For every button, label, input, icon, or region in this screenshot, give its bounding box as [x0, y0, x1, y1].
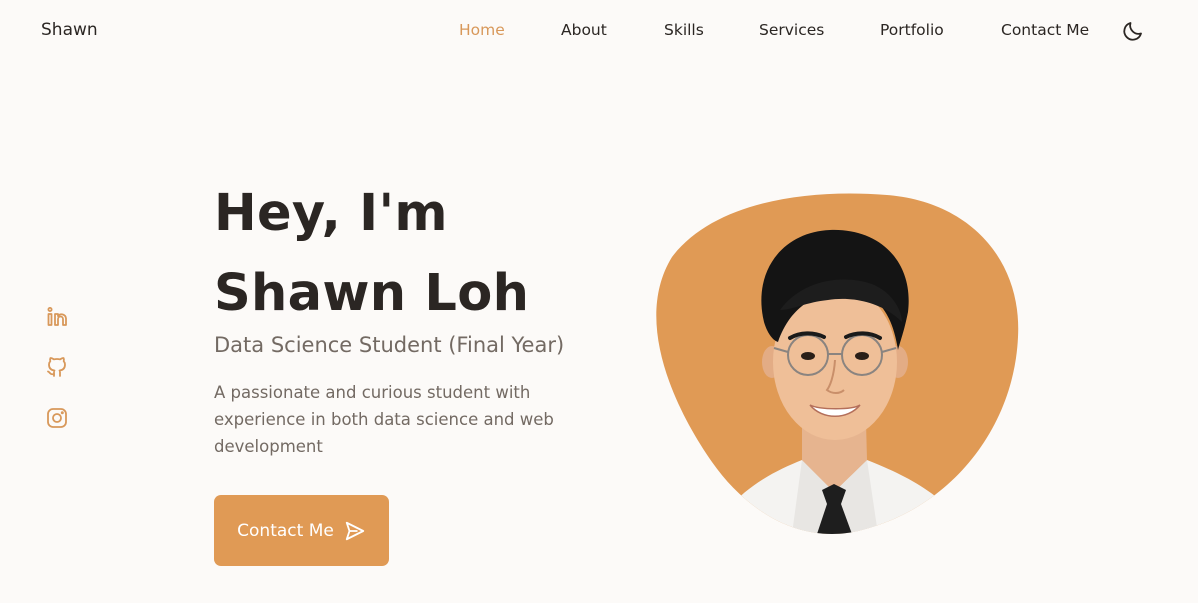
contact-me-button[interactable]: Contact Me	[214, 495, 389, 566]
nav-home[interactable]: Home	[459, 21, 505, 39]
nav-contact[interactable]: Contact Me	[1001, 21, 1089, 39]
nav-services[interactable]: Services	[759, 21, 824, 39]
contact-me-label: Contact Me	[237, 520, 334, 541]
hero-subtitle: Data Science Student (Final Year)	[214, 333, 565, 357]
nav-about[interactable]: About	[561, 21, 607, 39]
linkedin-icon[interactable]	[45, 305, 69, 329]
hero-title-line1: Hey, I'm	[214, 184, 448, 243]
main-nav: Home About Skills Services Portfolio Con…	[0, 21, 1198, 43]
hero-title: Hey, I'm Shawn Loh	[214, 174, 529, 334]
page: Shawn Home About Skills Services Portfol…	[0, 0, 1198, 603]
hero-description: A passionate and curious student with ex…	[214, 383, 554, 456]
github-icon[interactable]	[45, 355, 69, 379]
site-header: Shawn Home About Skills Services Portfol…	[0, 0, 1198, 62]
nav-skills[interactable]: Skills	[664, 21, 704, 39]
send-icon	[344, 520, 366, 542]
instagram-icon[interactable]	[45, 406, 69, 430]
profile-photo	[652, 192, 1020, 534]
nav-portfolio[interactable]: Portfolio	[880, 21, 944, 39]
moon-icon[interactable]	[1121, 19, 1145, 43]
hero-title-line2: Shawn Loh	[214, 264, 530, 323]
